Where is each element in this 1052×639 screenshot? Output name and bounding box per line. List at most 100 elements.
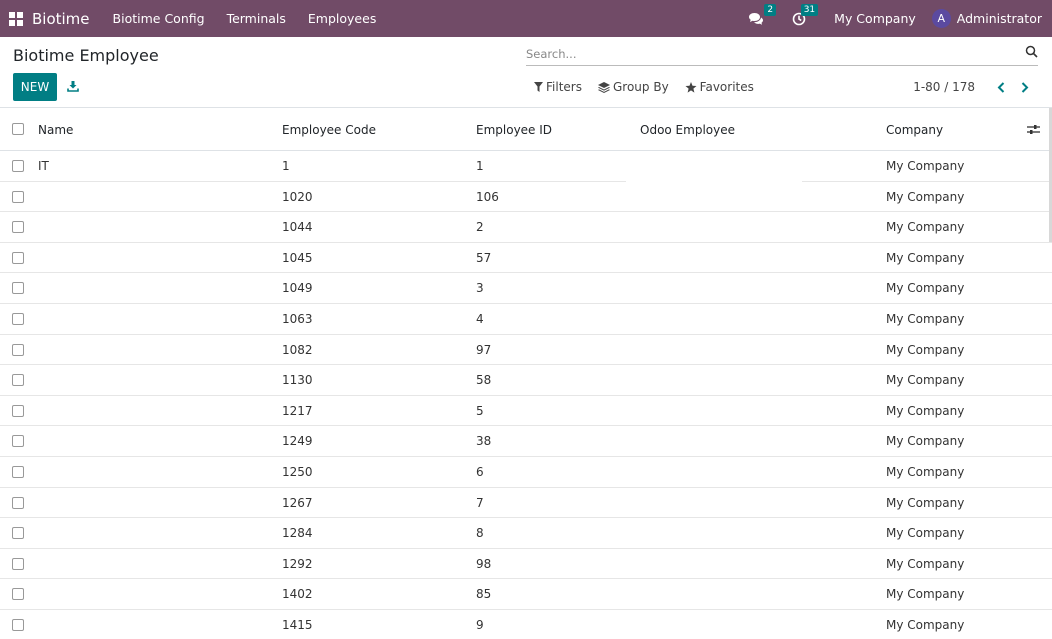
- table-row[interactable]: 1130 58 My Company: [0, 365, 1052, 396]
- cell-employee-code: 1284: [282, 526, 313, 541]
- table-row[interactable]: 1267 7 My Company: [0, 487, 1052, 519]
- cell-employee-code: 1044: [282, 220, 313, 235]
- row-checkbox[interactable]: [12, 343, 24, 356]
- user-menu[interactable]: Administrator: [957, 11, 1042, 26]
- cell-employee-id: 57: [476, 250, 492, 265]
- pager-next-button[interactable]: [1018, 79, 1032, 95]
- menu-biotime-config[interactable]: Biotime Config: [102, 11, 216, 26]
- row-checkbox[interactable]: [12, 312, 24, 325]
- company-switcher[interactable]: My Company: [834, 11, 916, 26]
- apps-grid-icon[interactable]: [9, 11, 23, 26]
- cell-employee-code: 1217: [282, 403, 313, 418]
- row-checkbox[interactable]: [12, 557, 24, 570]
- cell-employee-id: 5: [476, 403, 484, 418]
- column-header-employee-id[interactable]: Employee ID: [476, 123, 552, 137]
- redacted-area: [30, 487, 198, 518]
- cell-employee-code: 1049: [282, 281, 313, 296]
- user-avatar[interactable]: A: [931, 9, 951, 28]
- column-header-odoo-employee[interactable]: Odoo Employee: [640, 123, 735, 137]
- row-checkbox[interactable]: [12, 588, 24, 601]
- chevron-left-icon: [997, 81, 1005, 93]
- search-input[interactable]: [526, 43, 1006, 65]
- row-checkbox[interactable]: [12, 618, 24, 631]
- redacted-area: [30, 334, 198, 365]
- messages-menu[interactable]: 2: [748, 3, 777, 26]
- redacted-area: [30, 609, 198, 639]
- row-checkbox[interactable]: [12, 160, 24, 172]
- row-checkbox[interactable]: [12, 496, 24, 509]
- column-header-name[interactable]: Name: [38, 123, 73, 137]
- cell-employee-id: 2: [476, 220, 484, 235]
- column-header-company[interactable]: Company: [886, 123, 943, 137]
- sliders-icon[interactable]: [1027, 124, 1040, 135]
- employee-list: Name Employee Code Employee ID Odoo Empl…: [0, 108, 1052, 639]
- row-checkbox[interactable]: [12, 374, 24, 387]
- menu-employees[interactable]: Employees: [297, 11, 387, 26]
- table-row[interactable]: IT 1 1 My Company: [0, 151, 1052, 182]
- export-button[interactable]: [64, 77, 82, 95]
- pager-value[interactable]: 1-80 / 178: [913, 80, 975, 94]
- search-options: Filters Group By Favorites: [534, 80, 770, 94]
- redacted-area: [30, 181, 198, 212]
- cell-company: My Company: [886, 189, 965, 204]
- filter-funnel-icon: [534, 82, 543, 92]
- app-brand[interactable]: Biotime: [32, 10, 90, 28]
- table-row[interactable]: 1045 57 My Company: [0, 242, 1052, 274]
- redacted-area: [626, 242, 802, 273]
- redacted-area: [30, 273, 198, 303]
- cell-employee-id: 38: [476, 434, 492, 449]
- cell-employee-code: 1250: [282, 464, 313, 479]
- new-button[interactable]: NEW: [13, 73, 57, 101]
- redacted-area: [626, 273, 802, 303]
- systray: 2 31 My Company A Administrator: [748, 0, 1052, 37]
- table-row[interactable]: 1049 3 My Company: [0, 273, 1052, 304]
- group-by-dropdown[interactable]: Group By: [597, 80, 669, 94]
- table-row[interactable]: 1402 85 My Company: [0, 579, 1052, 610]
- redacted-area: [30, 212, 198, 242]
- menu-terminals[interactable]: Terminals: [216, 11, 297, 26]
- table-row[interactable]: 1415 9 My Company: [0, 609, 1052, 639]
- redacted-area: [30, 303, 198, 334]
- cell-employee-code: 1020: [282, 189, 313, 204]
- table-row[interactable]: 1284 8 My Company: [0, 518, 1052, 549]
- redacted-area: [626, 518, 802, 548]
- cell-employee-code: 1130: [282, 373, 313, 388]
- search-icon[interactable]: [1025, 45, 1038, 58]
- cell-employee-code: 1045: [282, 250, 313, 265]
- row-checkbox[interactable]: [12, 435, 24, 448]
- row-checkbox[interactable]: [12, 465, 24, 478]
- cell-employee-id: 6: [476, 464, 484, 479]
- favorites-dropdown[interactable]: Favorites: [685, 80, 754, 94]
- row-checkbox[interactable]: [12, 190, 24, 203]
- redacted-area: [626, 426, 802, 456]
- redacted-area: [626, 487, 802, 518]
- table-row[interactable]: 1082 97 My Company: [0, 334, 1052, 366]
- row-checkbox[interactable]: [12, 527, 24, 540]
- pager-previous-button[interactable]: [994, 79, 1008, 95]
- activities-menu[interactable]: 31: [792, 3, 819, 26]
- cell-employee-id: 7: [476, 495, 484, 510]
- cell-employee-code: 1292: [282, 556, 313, 571]
- filters-dropdown[interactable]: Filters: [534, 80, 582, 94]
- chevron-right-icon: [1021, 81, 1029, 93]
- redacted-area: [30, 579, 198, 609]
- search-bar: [526, 43, 1038, 66]
- row-checkbox[interactable]: [12, 251, 24, 264]
- table-row[interactable]: 1044 2 My Company: [0, 212, 1052, 243]
- table-row[interactable]: 1249 38 My Company: [0, 426, 1052, 457]
- row-checkbox[interactable]: [12, 221, 24, 234]
- redacted-area: [30, 426, 198, 456]
- table-row[interactable]: 1063 4 My Company: [0, 303, 1052, 335]
- table-row[interactable]: 1250 6 My Company: [0, 456, 1052, 488]
- row-checkbox[interactable]: [12, 404, 24, 417]
- cell-employee-id: 3: [476, 281, 484, 296]
- redacted-area: [626, 456, 802, 487]
- select-all-checkbox[interactable]: [12, 123, 24, 135]
- table-row[interactable]: 1020 106 My Company: [0, 181, 1052, 213]
- column-header-employee-code[interactable]: Employee Code: [282, 123, 376, 137]
- row-checkbox[interactable]: [12, 282, 24, 295]
- table-row[interactable]: 1292 98 My Company: [0, 548, 1052, 580]
- table-row[interactable]: 1217 5 My Company: [0, 395, 1052, 427]
- cell-employee-code: 1415: [282, 617, 313, 632]
- redacted-area: [626, 548, 802, 579]
